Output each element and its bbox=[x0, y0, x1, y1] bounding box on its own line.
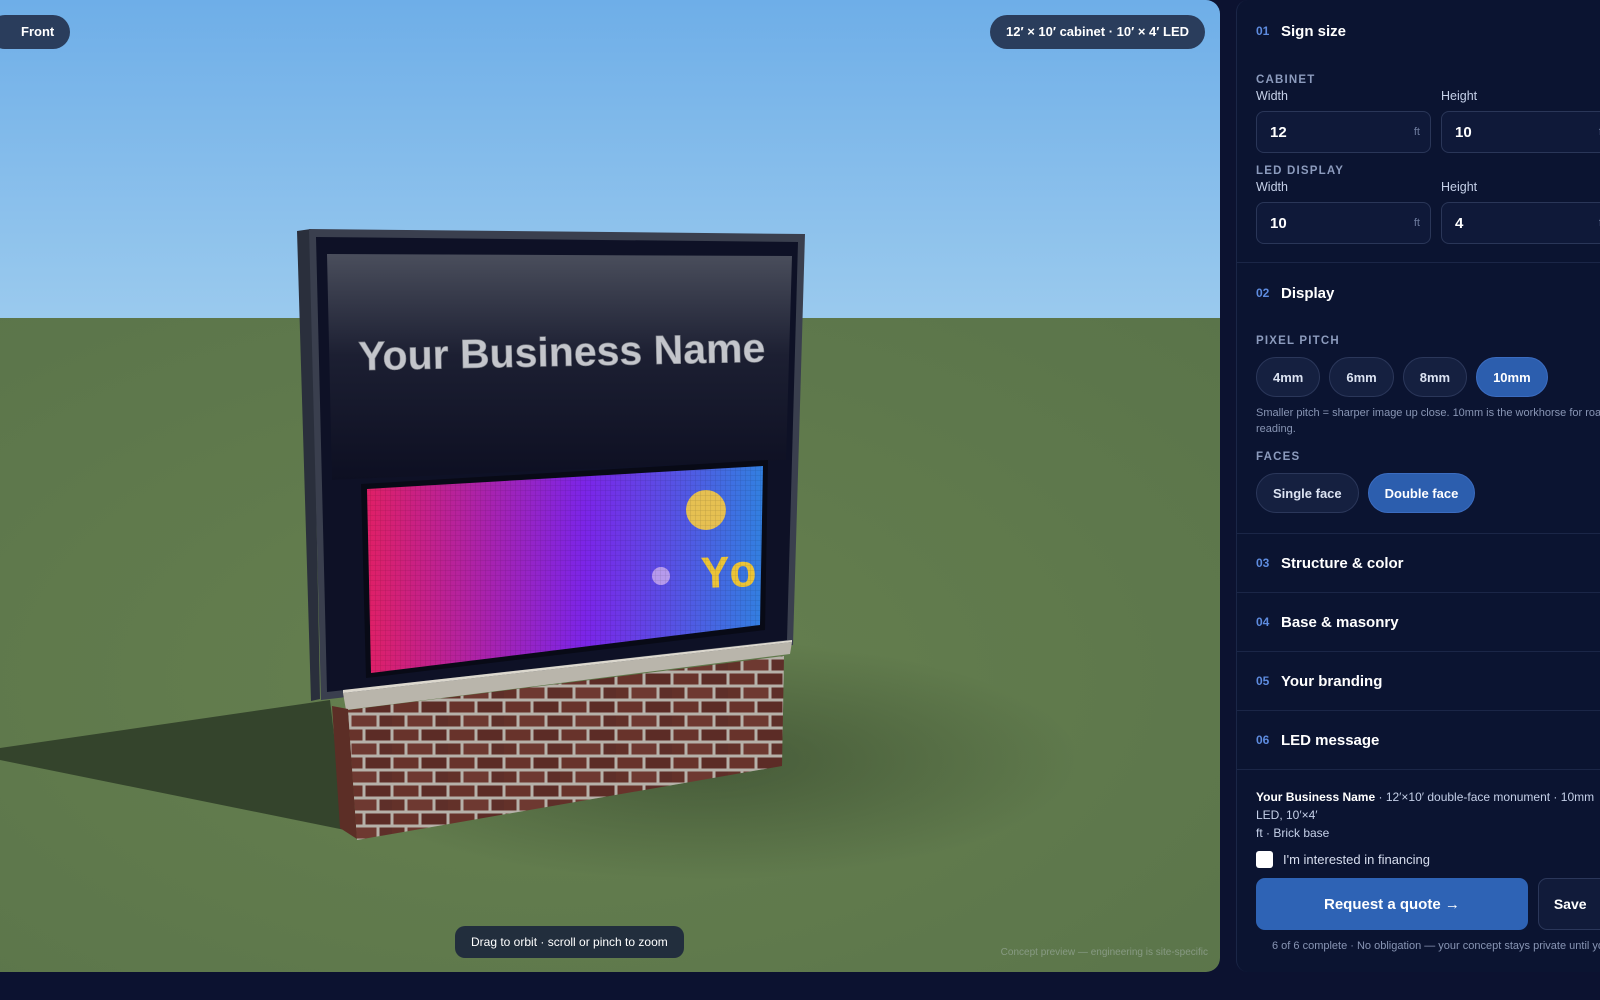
cabinet-width-input[interactable] bbox=[1257, 112, 1430, 152]
faces-options: Single face Double face bbox=[1256, 473, 1600, 513]
quote-summary: Your Business Name · 12′×10′ double-face… bbox=[1237, 770, 1600, 952]
section-led-message[interactable]: 06 LED message bbox=[1237, 711, 1600, 770]
unit-label: ft bbox=[1413, 126, 1420, 138]
faces-option-single[interactable]: Single face bbox=[1256, 473, 1359, 513]
section-title: Your branding bbox=[1281, 672, 1383, 690]
sign-business-name: Your Business Name bbox=[358, 325, 766, 380]
section-number: 01 bbox=[1256, 24, 1270, 38]
cabinet-label: CABINET bbox=[1256, 74, 1316, 86]
config-summary-text: Your Business Name · 12′×10′ double-face… bbox=[1256, 788, 1600, 842]
pitch-option-6mm[interactable]: 6mm bbox=[1329, 357, 1394, 397]
section-title: Display bbox=[1281, 284, 1335, 302]
unit-label: ft bbox=[1413, 217, 1420, 229]
cabinet-height-label: Height bbox=[1441, 89, 1478, 103]
section-title: Structure & color bbox=[1281, 554, 1404, 572]
concept-disclaimer: Concept preview — engineering is site-sp… bbox=[1000, 947, 1208, 958]
pitch-option-10mm[interactable]: 10mm bbox=[1476, 357, 1548, 397]
summary-details-2: ft · Brick base bbox=[1256, 826, 1330, 840]
size-summary-badge: 12′ × 10′ cabinet · 10′ × 4′ LED bbox=[990, 15, 1205, 49]
request-quote-button[interactable]: Request a quote → bbox=[1256, 878, 1528, 930]
section-title: Base & masonry bbox=[1281, 613, 1399, 631]
led-width-input[interactable] bbox=[1257, 203, 1430, 243]
section-number: 02 bbox=[1256, 286, 1270, 300]
sign-3d-scene[interactable]: Your Business Name Yo bbox=[0, 0, 1220, 972]
led-height-label: Height bbox=[1441, 180, 1478, 194]
save-button[interactable]: Save bbox=[1537, 878, 1600, 930]
section-header-led-message[interactable]: 06 LED message bbox=[1256, 711, 1600, 769]
section-title: Sign size bbox=[1281, 22, 1347, 40]
progress-note: 6 of 6 complete · No obligation — your c… bbox=[1272, 940, 1600, 952]
view-mode-button[interactable]: Front bbox=[0, 15, 71, 49]
cabinet-width-label: Width bbox=[1256, 89, 1288, 103]
cabinet-width-field[interactable]: ft bbox=[1256, 111, 1431, 153]
section-header-structure-color[interactable]: 03 Structure & color bbox=[1256, 534, 1600, 592]
faces-option-double[interactable]: Double face bbox=[1367, 473, 1476, 513]
led-height-field[interactable]: ft bbox=[1441, 202, 1600, 244]
pixel-pitch-options: 4mm 6mm 8mm 10mm bbox=[1256, 357, 1600, 397]
section-number: 06 bbox=[1256, 733, 1270, 747]
section-number: 05 bbox=[1256, 674, 1270, 688]
section-number: 04 bbox=[1256, 615, 1270, 629]
section-structure-color[interactable]: 03 Structure & color bbox=[1237, 534, 1600, 593]
section-base-masonry[interactable]: 04 Base & masonry bbox=[1237, 593, 1600, 652]
financing-option[interactable]: I'm interested in financing bbox=[1256, 851, 1600, 868]
cabinet-height-field[interactable]: ft bbox=[1441, 111, 1600, 153]
section-header-display[interactable]: 02 Display bbox=[1256, 263, 1600, 323]
section-number: 03 bbox=[1256, 556, 1270, 570]
sign-preview-viewport[interactable]: Your Business Name Yo Front 12′ × 10′ ca… bbox=[0, 0, 1220, 972]
section-sign-size: 01 Sign size CABINET Width ft Height ft … bbox=[1237, 0, 1600, 263]
pitch-option-8mm[interactable]: 8mm bbox=[1402, 357, 1468, 397]
faces-label: FACES bbox=[1256, 451, 1301, 463]
section-branding[interactable]: 05 Your branding bbox=[1237, 652, 1600, 711]
led-width-field[interactable]: ft bbox=[1256, 202, 1431, 244]
financing-label: I'm interested in financing bbox=[1283, 852, 1431, 867]
financing-checkbox[interactable] bbox=[1256, 851, 1273, 868]
section-header-base-masonry[interactable]: 04 Base & masonry bbox=[1256, 593, 1600, 651]
configurator-panel: 01 Sign size CABINET Width ft Height ft … bbox=[1236, 0, 1600, 972]
pixel-pitch-label: PIXEL PITCH bbox=[1256, 335, 1340, 347]
pitch-option-4mm[interactable]: 4mm bbox=[1256, 357, 1321, 397]
section-header-sign-size[interactable]: 01 Sign size bbox=[1256, 0, 1600, 62]
section-title: LED message bbox=[1281, 731, 1380, 749]
led-height-input[interactable] bbox=[1442, 203, 1600, 243]
cabinet-height-input[interactable] bbox=[1442, 112, 1600, 152]
summary-business-name: Your Business Name bbox=[1256, 790, 1376, 804]
section-header-branding[interactable]: 05 Your branding bbox=[1256, 652, 1600, 710]
help-line: reading. bbox=[1256, 423, 1296, 435]
section-display: 02 Display PIXEL PITCH 4mm 6mm 8mm 10mm … bbox=[1237, 263, 1600, 534]
pixel-pitch-help: Smaller pitch = sharper image up close. … bbox=[1256, 405, 1600, 437]
help-line: Smaller pitch = sharper image up close. … bbox=[1256, 407, 1600, 419]
orbit-hint: Drag to orbit · scroll or pinch to zoom bbox=[455, 926, 684, 958]
led-display-label: LED DISPLAY bbox=[1256, 165, 1345, 177]
led-width-label: Width bbox=[1256, 180, 1288, 194]
